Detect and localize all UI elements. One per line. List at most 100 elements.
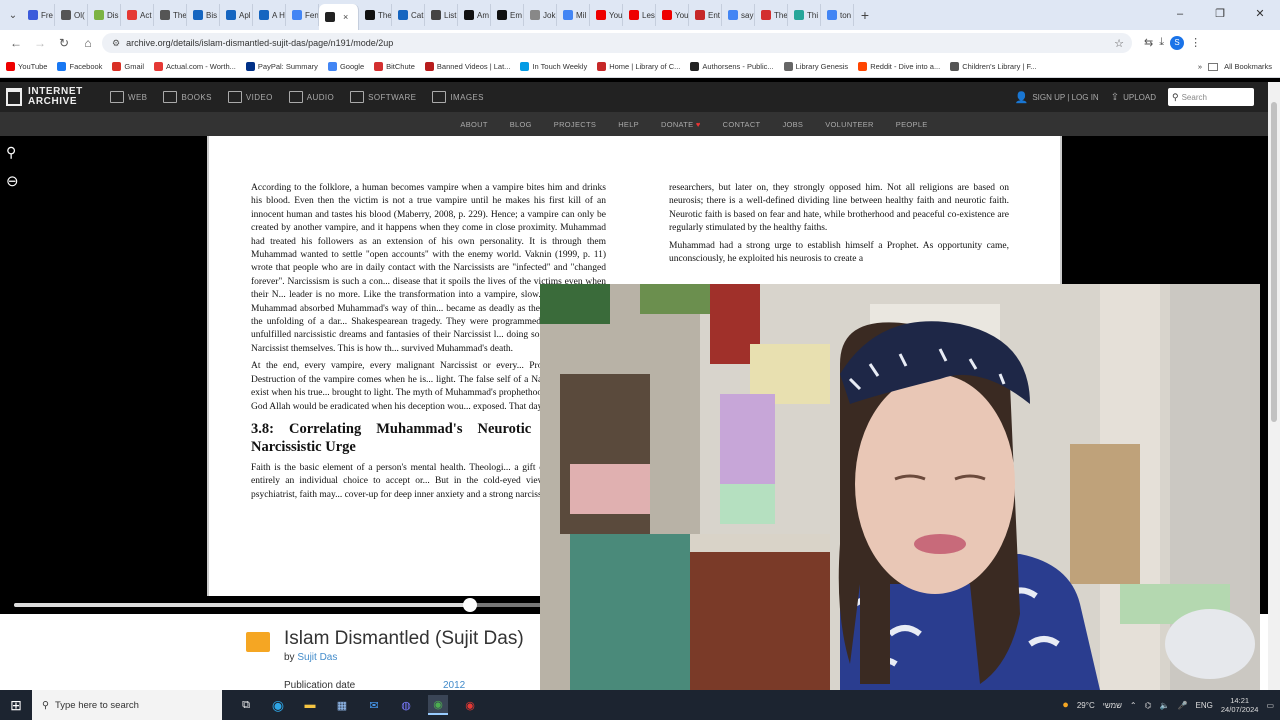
bookmark-item[interactable]: Library Genesis xyxy=(783,62,848,71)
more-bookmarks-icon[interactable]: » xyxy=(1198,62,1202,71)
chrome-icon[interactable]: ◉ xyxy=(428,695,448,715)
browser-tab[interactable]: You xyxy=(590,4,623,26)
browser-tab[interactable]: Jok xyxy=(524,4,557,26)
tray-chevron-icon[interactable]: ⌃ xyxy=(1130,701,1137,710)
browser-tab[interactable]: The xyxy=(755,4,788,26)
ia-subnav-projects[interactable]: PROJECTS xyxy=(554,120,596,129)
notifications-icon[interactable]: ▭ xyxy=(1266,701,1274,710)
download-icon[interactable]: ⤓ xyxy=(1159,36,1164,50)
ia-logo[interactable]: INTERNET ARCHIVE xyxy=(0,87,104,107)
bookmark-item[interactable]: Actual.com - Worth... xyxy=(154,62,236,71)
ia-subnav-volunteer[interactable]: VOLUNTEER xyxy=(825,120,874,129)
browser-tab[interactable]: Thi xyxy=(788,4,821,26)
bookmark-item[interactable]: PayPal: Summary xyxy=(245,62,318,71)
ia-media-video[interactable]: VIDEO xyxy=(227,91,273,103)
forward-icon[interactable]: → xyxy=(30,36,50,50)
all-bookmarks-folder-icon[interactable] xyxy=(1208,62,1219,71)
edge-icon[interactable]: ◉ xyxy=(268,695,288,715)
bookmark-item[interactable]: Children's Library | F... xyxy=(950,62,1036,71)
site-info-icon[interactable]: ⚙ xyxy=(112,38,120,49)
task-view-icon[interactable]: ⧉ xyxy=(236,695,256,715)
file-explorer-icon[interactable]: ▬ xyxy=(300,695,320,715)
ia-media-images[interactable]: IMAGES xyxy=(432,91,484,103)
browser-tab[interactable]: The xyxy=(154,4,187,26)
browser-tab[interactable]: A H xyxy=(253,4,286,26)
ia-media-audio[interactable]: AUDIO xyxy=(288,91,334,103)
store-icon[interactable]: ▦ xyxy=(332,695,352,715)
bookmark-star-icon[interactable]: ☆ xyxy=(1114,37,1124,50)
clock[interactable]: 14:21 24/07/2024 xyxy=(1221,696,1259,714)
tab-search-icon[interactable]: ⌄ xyxy=(4,10,22,21)
browser-tab[interactable]: Fen xyxy=(286,4,319,26)
ia-subnav-blog[interactable]: BLOG xyxy=(510,120,532,129)
taskbar-search-input[interactable]: ⚲ Type here to search xyxy=(32,690,222,720)
start-button[interactable]: ⊞ xyxy=(0,697,32,714)
mail-icon[interactable]: ✉ xyxy=(364,695,384,715)
browser-tab[interactable]: ton xyxy=(821,4,854,26)
ia-subnav-help[interactable]: HELP xyxy=(618,120,639,129)
zoom-out-icon[interactable]: ⊖ xyxy=(6,172,19,190)
ia-subnav-donate[interactable]: DONATE ♥ xyxy=(661,120,701,129)
browser-tab[interactable]: Em xyxy=(491,4,524,26)
page-slider-handle[interactable] xyxy=(462,598,477,612)
scroll-thumb[interactable] xyxy=(1271,102,1277,422)
bookmark-item[interactable]: Home | Library of C... xyxy=(597,62,680,71)
browser-tab[interactable]: Bis xyxy=(187,4,220,26)
signin-link[interactable]: 👤 SIGN UP | LOG IN xyxy=(1015,91,1099,104)
bookmark-item[interactable]: In Touch Weekly xyxy=(520,62,587,71)
browser-tab[interactable]: List xyxy=(425,4,458,26)
maximize-button[interactable]: ❐ xyxy=(1200,0,1240,30)
minimize-button[interactable]: – xyxy=(1160,0,1200,30)
ia-subnav-people[interactable]: PEOPLE xyxy=(896,120,928,129)
browser-tab[interactable]: Cat xyxy=(392,4,425,26)
network-icon[interactable]: ⌬ xyxy=(1145,701,1152,710)
language-indicator[interactable]: ENG xyxy=(1196,701,1213,710)
close-window-button[interactable]: ✕ xyxy=(1240,0,1280,30)
tab-close-icon[interactable]: × xyxy=(343,12,348,22)
bookmark-item[interactable]: BitChute xyxy=(374,62,415,71)
browser-tab[interactable]: Ent xyxy=(689,4,722,26)
reload-icon[interactable]: ↻ xyxy=(54,36,74,50)
page-scrollbar[interactable] xyxy=(1268,82,1280,690)
mic-icon[interactable]: 🎤 xyxy=(1178,701,1188,710)
bookmark-item[interactable]: YouTube xyxy=(6,62,47,71)
menu-icon[interactable]: ⋮ xyxy=(1190,36,1201,50)
ia-media-books[interactable]: BOOKS xyxy=(163,91,211,103)
weather-temp[interactable]: 29°C xyxy=(1077,701,1095,710)
ia-media-web[interactable]: WEB xyxy=(110,91,147,103)
browser-tab[interactable]: The xyxy=(359,4,392,26)
browser-tab[interactable]: You xyxy=(656,4,689,26)
extensions-icon[interactable]: ⇆ xyxy=(1144,36,1153,50)
ia-search-input[interactable]: ⚲ Search xyxy=(1168,88,1254,106)
reader-search-icon[interactable]: ⚲ xyxy=(6,144,16,161)
bookmark-item[interactable]: Gmail xyxy=(112,62,144,71)
browser-tab[interactable]: Les xyxy=(623,4,656,26)
bookmark-item[interactable]: Facebook xyxy=(57,62,102,71)
ia-media-software[interactable]: SOFTWARE xyxy=(350,91,416,103)
page-slider[interactable] xyxy=(14,598,544,612)
screen-recorder-icon[interactable]: ◉ xyxy=(460,695,480,715)
ia-subnav-about[interactable]: ABOUT xyxy=(460,120,487,129)
browser-tab[interactable]: × xyxy=(319,4,359,30)
browser-tab[interactable]: Mil xyxy=(557,4,590,26)
ia-subnav-contact[interactable]: CONTACT xyxy=(723,120,761,129)
bookmark-item[interactable]: Authorsens - Public... xyxy=(690,62,774,71)
new-tab-button[interactable]: + xyxy=(854,7,876,23)
app-icon[interactable]: ◍ xyxy=(396,695,416,715)
back-icon[interactable]: ← xyxy=(6,36,26,50)
bookmark-item[interactable]: Google xyxy=(327,62,364,71)
browser-tab[interactable]: Fre xyxy=(22,4,55,26)
browser-tab[interactable]: say xyxy=(722,4,755,26)
ia-subnav-jobs[interactable]: JOBS xyxy=(782,120,803,129)
browser-tab[interactable]: Am xyxy=(458,4,491,26)
upload-link[interactable]: ⇪ UPLOAD xyxy=(1111,92,1156,103)
home-icon[interactable]: ⌂ xyxy=(78,36,98,50)
browser-tab[interactable]: Ol( xyxy=(55,4,88,26)
all-bookmarks-label[interactable]: All Bookmarks xyxy=(1224,62,1272,71)
profile-avatar[interactable]: S xyxy=(1170,36,1185,50)
address-bar[interactable]: ⚙ archive.org/details/islam-dismantled-s… xyxy=(102,33,1132,53)
author-link[interactable]: Sujit Das xyxy=(297,652,337,663)
bookmark-item[interactable]: Banned Videos | Lat... xyxy=(424,62,510,71)
browser-tab[interactable]: Dis xyxy=(88,4,121,26)
volume-icon[interactable]: 🔈 xyxy=(1160,701,1170,710)
